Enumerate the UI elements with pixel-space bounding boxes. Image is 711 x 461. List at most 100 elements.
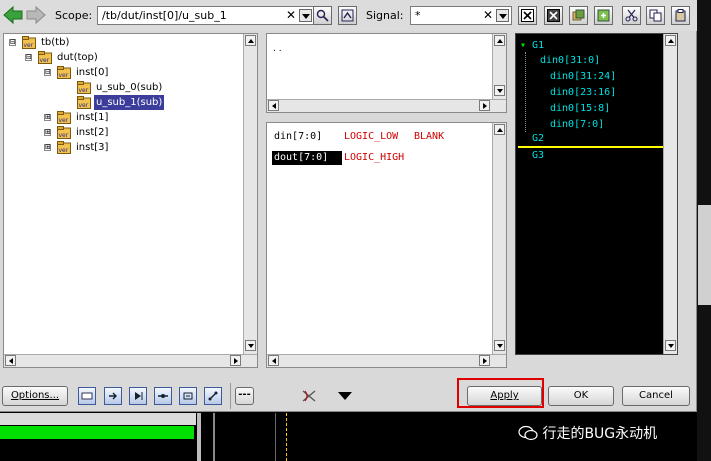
wave-item[interactable]: din0[7:0] [550,118,604,131]
cursor-line [286,413,287,461]
verilog-module-icon: ver [57,111,71,124]
separator [230,383,231,409]
scroll-down-icon[interactable] [494,340,505,351]
svg-text:ver: ver [24,42,34,49]
select-all-icon[interactable] [544,6,563,25]
green-bar [0,426,194,439]
tree-item-label: inst[2] [76,127,109,138]
scroll-up-icon[interactable] [494,124,505,135]
signal-combobox[interactable]: * ✕ [410,6,512,25]
insert-signal-icon[interactable] [594,6,613,25]
signal-list-panel[interactable]: din[7:0] LOGIC_LOW BLANK dout[7:0] LOGIC… [266,122,507,368]
wave-item[interactable]: din0[15:8] [550,102,610,115]
expand-icon[interactable]: ⊞ [44,129,51,136]
group-g3[interactable]: G3 [532,149,544,162]
svg-text:ver: ver [59,147,69,154]
wave-item[interactable]: din0[31:24] [550,70,616,83]
scroll-down-icon[interactable] [494,85,505,96]
verilog-module-icon: ver [77,81,91,94]
verilog-module-icon: ver [57,141,71,154]
filter-buffer-icon[interactable] [179,387,197,405]
scroll-down-icon[interactable] [245,340,256,351]
signal-selection-dialog: Scope: /tb/dut/inst[0]/u_sub_1 ✕ Signal:… [0,0,697,412]
scroll-right-icon[interactable] [230,355,241,366]
filter-linkage-icon[interactable] [204,387,222,405]
splitter[interactable] [197,413,201,461]
add-signal-icon[interactable] [569,6,588,25]
verilog-module-icon: ver [22,36,36,49]
scroll-right-icon[interactable] [479,355,490,366]
expand-icon[interactable]: ⊞ [44,114,51,121]
scroll-left-icon[interactable] [268,355,279,366]
signal-horizontal-scrollbar[interactable] [267,354,506,367]
svg-text:ver: ver [59,117,69,124]
deselect-icon[interactable] [518,6,537,25]
group-g2[interactable]: G2 [532,132,544,145]
filter-inout-icon[interactable] [154,387,172,405]
scroll-left-icon[interactable] [268,100,279,111]
splitter[interactable] [213,413,215,461]
signal-value-secondary: BLANK [414,131,445,142]
tree-vertical-scrollbar[interactable] [243,34,257,354]
options-button[interactable]: Options... [2,386,68,406]
paste-icon[interactable] [671,6,690,25]
forward-arrow-icon[interactable] [25,4,47,26]
tree-item-label: u_sub_1(sub) [94,95,165,110]
tree-horizontal-scrollbar[interactable] [4,354,257,367]
wave-item[interactable]: din0[23:16] [550,86,616,99]
group-g1[interactable]: ▾ G1 [520,39,544,52]
scope-up-icon[interactable] [338,6,357,25]
collapse-icon[interactable]: ⊟ [25,54,32,61]
clear-signal-icon[interactable]: ✕ [483,8,493,22]
tree-item-label: u_sub_0(sub) [96,82,163,93]
scroll-right-icon[interactable] [479,100,490,111]
filter-output-icon[interactable] [129,387,147,405]
scope-value: /tb/dut/inst[0]/u_sub_1 [102,9,227,22]
signal-vertical-scrollbar[interactable] [492,123,506,354]
copy-icon[interactable] [646,6,665,25]
filter-panel[interactable]: . . [266,33,507,113]
cut-icon[interactable] [622,6,641,25]
watermark: 行走的BUG永动机 [518,423,657,443]
back-arrow-icon[interactable] [2,4,24,26]
scope-label: Scope: [55,9,93,22]
collapse-icon[interactable]: ⊟ [44,69,51,76]
xor-icon[interactable] [300,388,318,404]
svg-text:ver: ver [59,72,69,79]
verilog-module-icon: ver [38,51,52,64]
grid-line [275,413,276,461]
scroll-up-icon[interactable] [494,35,505,46]
more-button[interactable]: --- [235,387,254,405]
hierarchy-tree-panel[interactable]: ⊟ ver tb(tb) ⊟ ver dut(top) ⊟ ver inst[0… [3,33,258,368]
scroll-left-icon[interactable] [5,355,16,366]
collapse-icon[interactable]: ⊟ [9,39,16,46]
filter-input-icon[interactable] [104,387,122,405]
dropdown-arrow-icon[interactable] [338,392,352,400]
scroll-up-icon[interactable] [245,35,256,46]
tree-item-label: inst[3] [76,142,109,153]
tree-item-label: inst[0] [76,67,109,78]
verilog-module-icon: ver [57,126,71,139]
filter-all-icon[interactable] [78,387,96,405]
clear-scope-icon[interactable]: ✕ [286,8,296,22]
wave-group-panel[interactable]: ▾ G1 din0[31:0] din0[31:24] din0[23:16] … [515,33,678,355]
wave-item[interactable]: din0[31:0] [540,54,600,67]
scroll-down-icon[interactable] [665,340,676,351]
expand-icon[interactable]: ⊞ [44,144,51,151]
signal-dropdown-icon[interactable] [496,9,509,22]
scroll-up-icon[interactable] [665,35,676,46]
scope-filter-icon[interactable] [313,6,332,25]
toolbar: Scope: /tb/dut/inst[0]/u_sub_1 ✕ Signal:… [0,0,697,31]
background-scrollbar [698,205,711,305]
filter-text: . . [273,44,282,54]
scope-combobox[interactable]: /tb/dut/inst[0]/u_sub_1 ✕ [97,6,315,25]
cancel-button[interactable]: Cancel [622,386,690,406]
filter-vertical-scrollbar[interactable] [492,34,506,99]
ok-button[interactable]: OK [548,386,614,406]
scope-dropdown-icon[interactable] [299,9,312,22]
group-collapse-icon[interactable]: ▾ [520,40,532,51]
apply-button[interactable]: Apply [467,386,542,406]
wave-vertical-scrollbar[interactable] [663,34,677,354]
filter-horizontal-scrollbar[interactable] [267,99,506,112]
tree-item-label: inst[1] [76,112,109,123]
